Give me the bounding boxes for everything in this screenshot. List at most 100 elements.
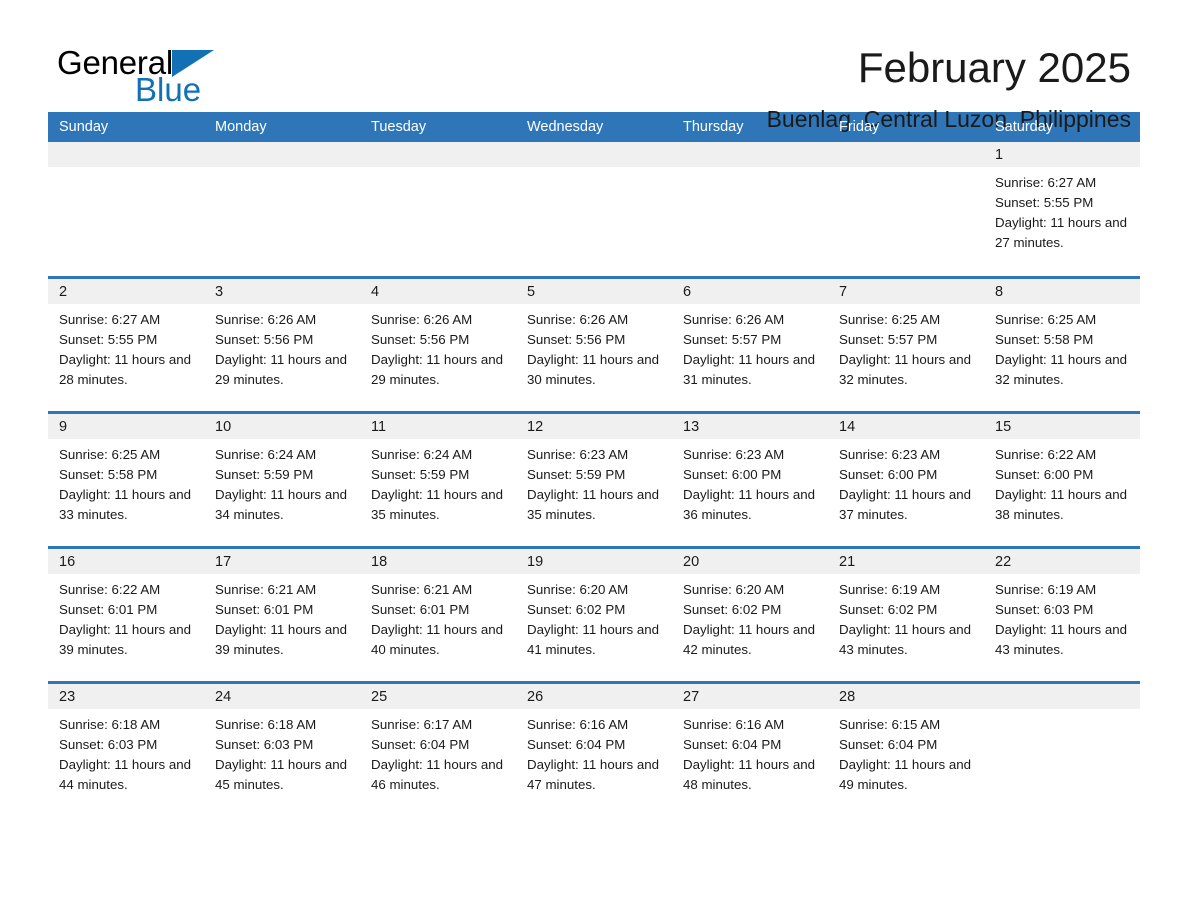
- calendar-day-cell[interactable]: 1 Sunrise: 6:27 AM Sunset: 5:55 PM Daylight…: [984, 142, 1140, 277]
- day-number: 7: [828, 278, 984, 304]
- day-number: [828, 142, 984, 167]
- calendar-day-cell[interactable]: 15 Sunrise: 6:22 AM Sunset: 6:00 PM Dayligh…: [984, 410, 1140, 547]
- calendar-day-cell[interactable]: 26 Sunrise: 6:16 AM Sunset: 6:04 PM Dayligh…: [516, 680, 672, 817]
- daylight-text: Daylight: 11 hours and 41 minutes.: [527, 621, 660, 657]
- calendar-table: Sunday Monday Tuesday Wednesday Thursday Frid…: [48, 112, 1140, 817]
- calendar-day-cell-empty: [984, 680, 1140, 817]
- sunset-text: Sunset: 6:04 PM: [527, 736, 626, 752]
- calendar-day-cell-empty: [204, 142, 360, 277]
- day-number: 5: [516, 278, 672, 304]
- calendar-day-cell[interactable]: 9 Sunrise: 6:25 AM Sunset: 5:58 PM Daylight…: [48, 410, 204, 547]
- day-number: 15: [984, 413, 1140, 439]
- calendar-day-cell[interactable]: 3 Sunrise: 6:26 AM Sunset: 5:56 PM Daylight…: [204, 275, 360, 412]
- day-details: Sunrise: 6:25 AM Sunset: 5:58 PM Daylight:…: [984, 304, 1140, 390]
- calendar-day-cell[interactable]: 28 Sunrise: 6:15 AM Sunset: 6:04 PM Dayligh…: [828, 680, 984, 817]
- sunrise-text: Sunrise: 6:19 AM: [995, 581, 1097, 597]
- day-number: 16: [48, 548, 204, 574]
- day-number: [672, 142, 828, 167]
- calendar-day-cell[interactable]: 8 Sunrise: 6:25 AM Sunset: 5:58 PM Daylight…: [984, 275, 1140, 412]
- calendar-day-cell[interactable]: 5 Sunrise: 6:26 AM Sunset: 5:56 PM Daylight…: [516, 275, 672, 412]
- sunrise-text: Sunrise: 6:26 AM: [215, 311, 317, 327]
- day-details: Sunrise: 6:22 AM Sunset: 6:01 PM Daylight:…: [48, 574, 204, 660]
- day-details: Sunrise: 6:16 AM Sunset: 6:04 PM Daylight:…: [516, 709, 672, 795]
- day-number: [360, 142, 516, 167]
- calendar-day-cell-empty: [360, 142, 516, 277]
- day-number: 6: [672, 278, 828, 304]
- day-details: Sunrise: 6:21 AM Sunset: 6:01 PM Daylight:…: [360, 574, 516, 660]
- daylight-text: Daylight: 11 hours and 47 minutes.: [527, 756, 660, 792]
- sunset-text: Sunset: 6:00 PM: [683, 466, 782, 482]
- day-details: Sunrise: 6:18 AM Sunset: 6:03 PM Daylight:…: [48, 709, 204, 795]
- calendar-body: 1 Sunrise: 6:27 AM Sunset: 5:55 PM Daylight…: [48, 142, 1140, 817]
- calendar-day-cell[interactable]: 19 Sunrise: 6:20 AM Sunset: 6:02 PM Dayligh…: [516, 545, 672, 682]
- day-number: 11: [360, 413, 516, 439]
- daylight-text: Daylight: 11 hours and 40 minutes.: [371, 621, 504, 657]
- calendar-day-cell[interactable]: 12 Sunrise: 6:23 AM Sunset: 5:59 PM Dayligh…: [516, 410, 672, 547]
- sunset-text: Sunset: 5:55 PM: [995, 195, 1094, 210]
- sunrise-text: Sunrise: 6:19 AM: [839, 581, 941, 597]
- calendar-page: General Blue February 2025 Buenlag, Cent…: [0, 0, 1188, 918]
- calendar-day-cell[interactable]: 14 Sunrise: 6:23 AM Sunset: 6:00 PM Dayligh…: [828, 410, 984, 547]
- daylight-text: Daylight: 11 hours and 29 minutes.: [215, 351, 348, 387]
- sunset-text: Sunset: 6:02 PM: [839, 601, 938, 617]
- sunset-text: Sunset: 5:57 PM: [683, 331, 782, 347]
- calendar-day-cell[interactable]: 7 Sunrise: 6:25 AM Sunset: 5:57 PM Daylight…: [828, 275, 984, 412]
- calendar-day-cell[interactable]: 11 Sunrise: 6:24 AM Sunset: 5:59 PM Dayligh…: [360, 410, 516, 547]
- calendar-week-row: 23 Sunrise: 6:18 AM Sunset: 6:03 PM Dayligh…: [48, 680, 1140, 817]
- calendar-day-cell[interactable]: 25 Sunrise: 6:17 AM Sunset: 6:04 PM Dayligh…: [360, 680, 516, 817]
- sunrise-text: Sunrise: 6:27 AM: [59, 311, 161, 327]
- day-number: 21: [828, 548, 984, 574]
- day-details: Sunrise: 6:24 AM Sunset: 5:59 PM Daylight:…: [204, 439, 360, 525]
- sunrise-text: Sunrise: 6:16 AM: [527, 716, 629, 732]
- sunset-text: Sunset: 6:02 PM: [527, 601, 626, 617]
- day-details: Sunrise: 6:26 AM Sunset: 5:56 PM Daylight:…: [360, 304, 516, 390]
- day-number: 13: [672, 413, 828, 439]
- day-number: 14: [828, 413, 984, 439]
- day-details: Sunrise: 6:27 AM Sunset: 5:55 PM Daylight:…: [984, 167, 1140, 253]
- day-details: Sunrise: 6:18 AM Sunset: 6:03 PM Daylight:…: [204, 709, 360, 795]
- sunset-text: Sunset: 6:02 PM: [683, 601, 782, 617]
- day-details: Sunrise: 6:26 AM Sunset: 5:56 PM Daylight:…: [516, 304, 672, 390]
- calendar-day-cell[interactable]: 17 Sunrise: 6:21 AM Sunset: 6:01 PM Dayligh…: [204, 545, 360, 682]
- calendar-day-cell[interactable]: 4 Sunrise: 6:26 AM Sunset: 5:56 PM Daylight…: [360, 275, 516, 412]
- day-number: 23: [48, 683, 204, 709]
- sunset-text: Sunset: 5:59 PM: [371, 466, 470, 482]
- calendar-day-cell[interactable]: 27 Sunrise: 6:16 AM Sunset: 6:04 PM Dayligh…: [672, 680, 828, 817]
- sunrise-text: Sunrise: 6:24 AM: [215, 446, 317, 462]
- calendar-day-cell[interactable]: 13 Sunrise: 6:23 AM Sunset: 6:00 PM Dayligh…: [672, 410, 828, 547]
- sunrise-text: Sunrise: 6:21 AM: [215, 581, 317, 597]
- day-details: Sunrise: 6:24 AM Sunset: 5:59 PM Daylight:…: [360, 439, 516, 525]
- calendar-day-cell[interactable]: 16 Sunrise: 6:22 AM Sunset: 6:01 PM Dayligh…: [48, 545, 204, 682]
- calendar-day-cell[interactable]: 10 Sunrise: 6:24 AM Sunset: 5:59 PM Dayligh…: [204, 410, 360, 547]
- sunset-text: Sunset: 5:58 PM: [995, 331, 1094, 347]
- calendar-day-cell[interactable]: 22 Sunrise: 6:19 AM Sunset: 6:03 PM Dayligh…: [984, 545, 1140, 682]
- day-number: 2: [48, 278, 204, 304]
- calendar-day-cell[interactable]: 24 Sunrise: 6:18 AM Sunset: 6:03 PM Dayligh…: [204, 680, 360, 817]
- day-number: [48, 142, 204, 167]
- page-subtitle: Buenlag, Central Luzon, Philippines: [766, 106, 1131, 133]
- day-details: Sunrise: 6:22 AM Sunset: 6:00 PM Daylight:…: [984, 439, 1140, 525]
- sunrise-text: Sunrise: 6:21 AM: [371, 581, 473, 597]
- calendar-day-cell[interactable]: 6 Sunrise: 6:26 AM Sunset: 5:57 PM Daylight…: [672, 275, 828, 412]
- general-blue-logo: General Blue: [57, 46, 277, 116]
- sunset-text: Sunset: 6:01 PM: [59, 601, 158, 617]
- sunrise-text: Sunrise: 6:24 AM: [371, 446, 473, 462]
- calendar-day-cell[interactable]: 2 Sunrise: 6:27 AM Sunset: 5:55 PM Daylight…: [48, 275, 204, 412]
- sunrise-text: Sunrise: 6:25 AM: [839, 311, 941, 327]
- calendar-day-cell[interactable]: 21 Sunrise: 6:19 AM Sunset: 6:02 PM Dayligh…: [828, 545, 984, 682]
- calendar-week-row: 9 Sunrise: 6:25 AM Sunset: 5:58 PM Daylight…: [48, 410, 1140, 547]
- calendar-day-cell[interactable]: 23 Sunrise: 6:18 AM Sunset: 6:03 PM Dayligh…: [48, 680, 204, 817]
- day-number: 28: [828, 683, 984, 709]
- sunrise-text: Sunrise: 6:20 AM: [683, 581, 785, 597]
- calendar-day-cell-empty: [516, 142, 672, 277]
- day-number: 10: [204, 413, 360, 439]
- day-details: Sunrise: 6:17 AM Sunset: 6:04 PM Daylight:…: [360, 709, 516, 795]
- sunrise-text: Sunrise: 6:23 AM: [839, 446, 941, 462]
- day-number: 27: [672, 683, 828, 709]
- calendar-day-cell[interactable]: 18 Sunrise: 6:21 AM Sunset: 6:01 PM Dayligh…: [360, 545, 516, 682]
- weekday-header-tuesday: Tuesday: [360, 112, 516, 142]
- sunset-text: Sunset: 5:56 PM: [215, 331, 314, 347]
- sunrise-text: Sunrise: 6:15 AM: [839, 716, 941, 732]
- day-number: 17: [204, 548, 360, 574]
- calendar-day-cell[interactable]: 20 Sunrise: 6:20 AM Sunset: 6:02 PM Dayligh…: [672, 545, 828, 682]
